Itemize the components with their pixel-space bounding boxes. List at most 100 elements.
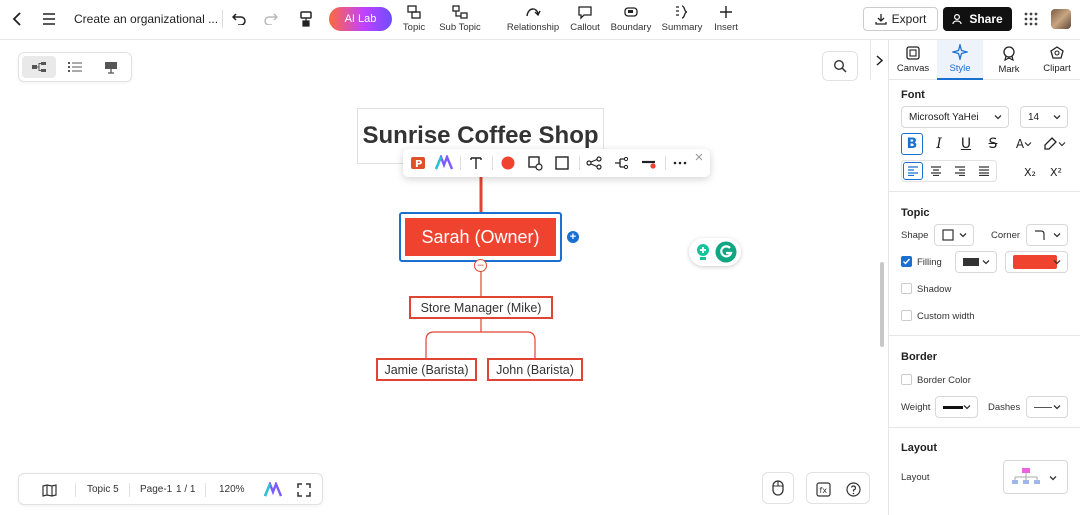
vertical-scrollbar[interactable] (880, 262, 884, 347)
connector-style-icon[interactable] (585, 154, 603, 172)
underline-button[interactable]: U (955, 133, 977, 155)
shadow-checkbox[interactable] (901, 283, 912, 294)
svg-text:fx: fx (819, 486, 827, 495)
border-color-checkbox[interactable] (901, 374, 912, 385)
fullscreen-icon[interactable] (296, 482, 312, 498)
align-justify-icon[interactable] (974, 162, 994, 180)
owner-topic-node[interactable]: Sarah (Owner) (405, 218, 556, 256)
format-panel: Canvas Style Mark Clipart Font Microsoft… (888, 40, 1080, 515)
panel-tabs: Canvas Style Mark Clipart (889, 40, 1080, 80)
topic-count: Topic 5 (87, 484, 119, 495)
align-right-icon[interactable] (950, 162, 970, 180)
page-indicator: 1 / 1 (176, 484, 196, 495)
divider (75, 483, 76, 497)
layout-label: Layout (901, 472, 930, 483)
fill-color-select[interactable] (1005, 251, 1068, 273)
shadow-label: Shadow (917, 284, 952, 295)
font-family-select[interactable]: Microsoft YaHei (901, 106, 1009, 128)
divider (889, 335, 1080, 336)
tab-canvas[interactable]: Canvas (890, 40, 936, 80)
grammarly-icon (715, 241, 737, 263)
fill-color-swatch (1013, 255, 1057, 269)
presentation-logo-icon[interactable]: P (409, 154, 427, 172)
tab-label: Canvas (896, 63, 930, 74)
dash-line-icon (1034, 406, 1052, 408)
border-style-icon[interactable] (526, 154, 544, 172)
more-options-icon[interactable] (671, 154, 689, 172)
divider (665, 156, 666, 170)
add-topic-plus-icon[interactable]: + (567, 231, 579, 243)
ai-assist-icon[interactable] (263, 481, 283, 499)
dashes-label: Dashes (988, 402, 1021, 413)
share-button[interactable]: Share (943, 7, 1012, 31)
collapse-branch-icon[interactable]: – (474, 259, 487, 272)
fill-pattern-select[interactable] (955, 251, 997, 273)
tab-clipart[interactable]: Clipart (1034, 40, 1080, 80)
fill-color-icon[interactable] (499, 154, 517, 172)
border-weight-select[interactable] (935, 396, 978, 418)
barista-topic-node[interactable]: John (Barista) (487, 358, 583, 381)
font-family-value: Microsoft YaHei (909, 111, 979, 123)
weight-line-icon (943, 405, 963, 409)
tab-label: Mark (998, 63, 1020, 75)
zoom-level[interactable]: 120% (219, 484, 245, 495)
rectangle-shape-icon (942, 229, 954, 241)
shape-label: Shape (901, 230, 929, 241)
mouse-icon (772, 480, 784, 496)
divider (460, 156, 461, 170)
chevron-down-icon (1049, 476, 1057, 481)
map-icon[interactable] (41, 483, 57, 497)
chevron-down-icon (1053, 233, 1061, 238)
strikethrough-button[interactable]: S (982, 133, 1004, 155)
mouse-mode-button[interactable] (762, 472, 794, 504)
chevron-down-icon (1053, 260, 1061, 265)
align-left-icon[interactable] (903, 162, 923, 180)
tab-mark[interactable]: Mark (986, 40, 1032, 80)
text-tool-icon[interactable] (467, 154, 485, 172)
shape-icon[interactable] (553, 154, 571, 172)
bold-button[interactable]: B (901, 133, 923, 155)
help-icon[interactable] (845, 481, 861, 497)
tab-style[interactable]: Style (937, 40, 983, 80)
filling-checkbox[interactable] (901, 256, 912, 267)
chevron-down-icon (963, 405, 971, 410)
line-color-icon[interactable] (640, 154, 658, 172)
italic-button[interactable]: I (928, 133, 950, 155)
filling-label: Filling (917, 257, 942, 268)
chevron-down-icon[interactable] (1058, 140, 1066, 148)
status-bar: Topic 5 Page-1 1 / 1 120% (18, 473, 323, 505)
corner-icon (1035, 230, 1045, 240)
font-section-title: Font (901, 89, 925, 101)
corner-label: Corner (991, 230, 1021, 241)
corner-select[interactable] (1026, 224, 1068, 246)
grammarly-widget[interactable] (689, 238, 741, 266)
custom-width-checkbox[interactable] (901, 310, 912, 321)
font-size-select[interactable]: 14 (1020, 106, 1068, 128)
border-section-title: Border (901, 351, 938, 363)
superscript-button[interactable]: X² (1045, 161, 1067, 183)
avatar[interactable] (1051, 9, 1071, 29)
page-name[interactable]: Page-1 (140, 484, 172, 495)
layout-select[interactable] (1003, 460, 1068, 494)
highlighter-icon[interactable] (1042, 136, 1058, 152)
apps-grid-icon[interactable] (1022, 10, 1040, 28)
panel-collapse-button[interactable] (870, 40, 888, 80)
svg-text:P: P (415, 159, 422, 170)
chevron-down-icon (1053, 115, 1061, 120)
bulb-icon (697, 244, 709, 260)
barista-topic-node[interactable]: Jamie (Barista) (376, 358, 477, 381)
ai-assist-icon[interactable] (435, 154, 453, 172)
chevron-down-icon[interactable] (1024, 140, 1032, 148)
tab-label: Style (949, 63, 971, 74)
shape-select[interactable] (934, 224, 974, 246)
border-dashes-select[interactable] (1026, 396, 1068, 418)
manager-topic-node[interactable]: Store Manager (Mike) (409, 296, 553, 319)
canvas-icon (906, 46, 920, 60)
close-icon[interactable] (693, 151, 705, 163)
mark-icon (1003, 45, 1015, 61)
formula-icon[interactable]: fx (815, 481, 831, 497)
branch-structure-icon[interactable] (612, 154, 630, 172)
align-center-icon[interactable] (926, 162, 946, 180)
subscript-button[interactable]: X₂ (1019, 161, 1041, 183)
divider (579, 156, 580, 170)
